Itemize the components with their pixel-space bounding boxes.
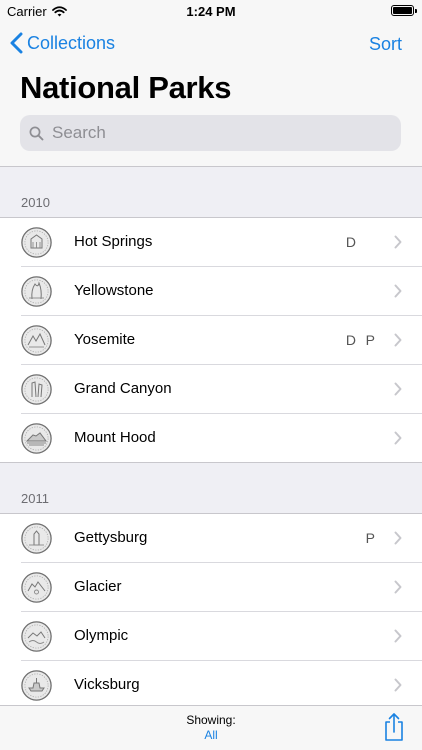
- section-year: 2011: [21, 491, 49, 506]
- chevron-right-icon: [394, 431, 402, 445]
- list-item[interactable]: Vicksburg: [0, 661, 422, 705]
- list-item[interactable]: Glacier: [0, 563, 422, 612]
- coin-thumbnail: [21, 276, 52, 307]
- battery-icon: [391, 5, 414, 16]
- coin-thumbnail: [21, 325, 52, 356]
- back-label: Collections: [27, 32, 116, 53]
- coin-thumbnail: [21, 423, 52, 454]
- chevron-right-icon: [394, 678, 402, 692]
- list-item[interactable]: Grand Canyon: [0, 365, 422, 414]
- showing-filter[interactable]: Showing: All: [0, 713, 422, 743]
- list-item[interactable]: Mount Hood: [0, 414, 422, 463]
- list-item[interactable]: Yellowstone: [0, 267, 422, 316]
- page-title: National Parks: [20, 70, 232, 105]
- chevron-right-icon: [394, 629, 402, 643]
- list-item[interactable]: Gettysburg P: [0, 514, 422, 563]
- search-bar[interactable]: [20, 115, 401, 151]
- chevron-right-icon: [394, 580, 402, 594]
- mint-mark-p: P: [365, 530, 375, 546]
- section-header: 2011: [0, 463, 422, 513]
- navigation-header: Collections Sort National Parks: [0, 22, 422, 167]
- item-name: Olympic: [74, 627, 129, 644]
- coin-thumbnail: [21, 670, 52, 701]
- chevron-right-icon: [394, 235, 402, 249]
- coin-thumbnail: [21, 621, 52, 652]
- share-button[interactable]: [383, 712, 405, 747]
- mint-mark-p: P: [365, 332, 375, 348]
- chevron-left-icon: [10, 32, 23, 54]
- mint-mark-d: D: [345, 332, 356, 348]
- chevron-right-icon: [394, 333, 402, 347]
- coin-thumbnail: [21, 374, 52, 405]
- coin-thumbnail: [21, 572, 52, 603]
- section-rows: Gettysburg P Glacier Olympic Vicksburg: [0, 513, 422, 705]
- item-name: Yosemite: [74, 331, 136, 348]
- list-item[interactable]: Olympic: [0, 612, 422, 661]
- list-item[interactable]: Hot Springs D: [0, 218, 422, 267]
- share-icon: [385, 713, 403, 741]
- coin-thumbnail: [21, 523, 52, 554]
- chevron-right-icon: [394, 284, 402, 298]
- chevron-right-icon: [394, 382, 402, 396]
- search-input[interactable]: [50, 122, 384, 144]
- item-name: Grand Canyon: [74, 380, 172, 397]
- bottom-toolbar: Showing: All: [0, 705, 422, 750]
- list-item[interactable]: Yosemite D P: [0, 316, 422, 365]
- search-icon: [29, 126, 44, 141]
- item-name: Gettysburg: [74, 529, 148, 546]
- coin-thumbnail: [21, 227, 52, 258]
- item-name: Yellowstone: [74, 282, 154, 299]
- section-year: 2010: [21, 195, 50, 210]
- chevron-right-icon: [394, 531, 402, 545]
- status-bar: Carrier 1:24 PM: [0, 0, 422, 22]
- mint-mark-d: D: [345, 234, 356, 250]
- item-name: Hot Springs: [74, 233, 153, 250]
- item-name: Vicksburg: [74, 676, 140, 693]
- showing-label: Showing:: [186, 713, 236, 727]
- sort-button[interactable]: Sort: [369, 34, 402, 55]
- battery-tip: [415, 9, 417, 13]
- section-header: 2010: [0, 167, 422, 217]
- back-button[interactable]: Collections: [10, 32, 115, 54]
- item-name: Glacier: [74, 578, 122, 595]
- item-name: Mount Hood: [74, 429, 156, 446]
- showing-value[interactable]: All: [0, 728, 422, 743]
- status-time: 1:24 PM: [186, 4, 236, 19]
- section-rows: Hot Springs D Yellowstone Yosemite D P G…: [0, 217, 422, 463]
- coin-list: 2010 Hot Springs D Yellowstone Yosemite …: [0, 167, 422, 705]
